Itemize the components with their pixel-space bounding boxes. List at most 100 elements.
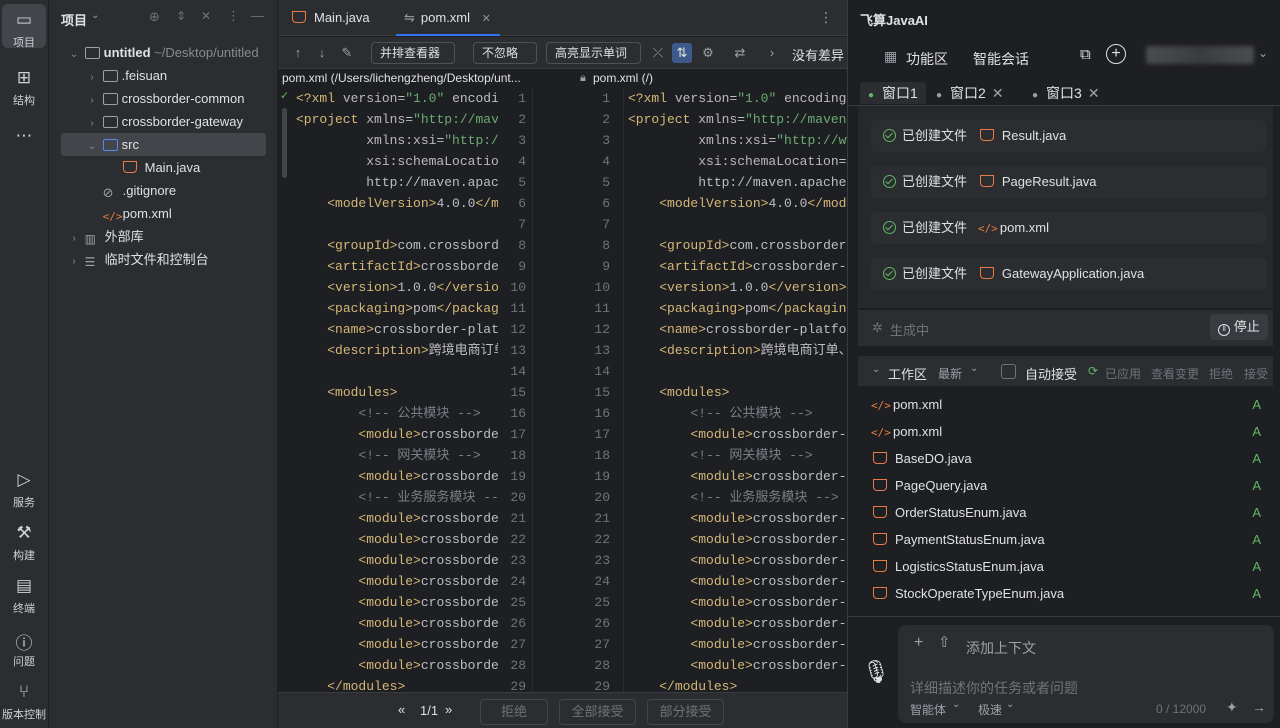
tree-item[interactable]: › crossborder-common — [61, 87, 266, 110]
chevron-right-icon[interactable]: › — [85, 66, 99, 89]
collapse-all-icon[interactable]: ✕ — [201, 9, 211, 23]
tree-item[interactable]: › ☰ 临时文件和控制台 — [61, 248, 266, 271]
auto-accept-checkbox[interactable] — [1001, 364, 1016, 379]
workspace-file-row[interactable]: BaseDO.java A — [871, 445, 1271, 472]
stop-button[interactable]: ll 停止 — [1210, 314, 1268, 340]
accept-part-button[interactable]: 部分接受 — [647, 699, 724, 725]
chevron-right-icon[interactable]: › — [764, 45, 780, 61]
window-tab-3[interactable]: ● 窗口3 ✕ — [1032, 82, 1100, 104]
activity-structure[interactable]: ⊞ 结构 — [2, 62, 46, 107]
project-title[interactable]: 项目 — [61, 10, 87, 29]
more-options-icon[interactable]: ⋮ — [819, 9, 833, 26]
activity-build[interactable]: ⚒ 构建 — [2, 519, 46, 563]
activity-label: 项目 — [13, 37, 35, 49]
scroll-thumb[interactable] — [282, 108, 287, 178]
expand-all-icon[interactable]: ⇕ — [176, 9, 186, 23]
ignore-select[interactable]: 不忽略 ▼ — [473, 42, 537, 79]
add-icon[interactable]: + — [1106, 44, 1126, 64]
window-tab-2[interactable]: ● 窗口2 ✕ — [936, 82, 1004, 104]
workspace-file-row[interactable]: PaymentStatusEnum.java A — [871, 526, 1271, 553]
created-file-card[interactable]: 已创建文件 Result.java — [871, 120, 1267, 152]
tree-item[interactable]: ⌄ untitled ~/Desktop/untitled — [61, 41, 266, 64]
avatar[interactable] — [1146, 46, 1254, 64]
arrow-down-icon[interactable]: ↓ — [314, 45, 330, 61]
chevron-down-icon[interactable]: ⌄ — [85, 135, 99, 158]
created-file-card[interactable]: 已创建文件 </> pom.xml — [871, 212, 1267, 244]
magic-icon[interactable]: ✦ — [1226, 699, 1238, 716]
reject-all-button[interactable]: 拒绝 — [1209, 365, 1233, 382]
tree-item[interactable]: </>pom.xml — [61, 202, 266, 225]
created-file-card[interactable]: 已创建文件 PageResult.java — [871, 166, 1267, 198]
accept-all-button[interactable]: 接受 — [1244, 365, 1268, 382]
chevron-down-icon[interactable]: ⌄ — [1258, 46, 1268, 60]
highlight-select[interactable]: 高亮显示单词 ▼ — [546, 42, 641, 79]
left-code-pane[interactable]: <?xml version="1.0" encodin <project xmln… — [296, 88, 498, 692]
status-dot-icon: ● — [868, 90, 875, 101]
chevron-right-icon[interactable]: › — [85, 89, 99, 112]
chevron-right-icon[interactable]: › — [67, 250, 81, 273]
plus-icon[interactable]: + — [914, 634, 923, 652]
workspace-file-row[interactable]: </> pom.xml A — [871, 418, 1271, 445]
new-window-icon[interactable]: ⧉ — [1080, 46, 1091, 63]
activity-vcs[interactable]: ⑂ 版本控制 — [2, 678, 46, 722]
chevron-right-icon[interactable]: › — [85, 112, 99, 135]
accept-all-button[interactable]: 全部接受 — [559, 699, 636, 725]
view-changes-button[interactable]: 查看变更 — [1151, 365, 1199, 382]
chevron-down-icon[interactable]: ⌄ — [67, 43, 81, 66]
activity-more[interactable]: ⋯ — [2, 120, 46, 150]
collapse-icon[interactable]: ⤫ — [650, 45, 666, 61]
viewer-select[interactable]: 并排查看器 ▼ — [371, 42, 455, 79]
sort-select[interactable]: 最新 — [938, 365, 962, 382]
close-icon[interactable]: ✕ — [1088, 85, 1100, 101]
window-tab-1[interactable]: ● 窗口1 — [860, 82, 926, 104]
sync-scroll-icon[interactable]: ⇅ — [672, 43, 692, 63]
close-icon[interactable]: ✕ — [482, 13, 491, 25]
options-icon[interactable]: ⋮ — [227, 8, 240, 24]
swap-icon[interactable]: ⇄ — [732, 45, 748, 61]
tree-item[interactable]: ⌄ src — [61, 133, 266, 156]
add-context-label[interactable]: 添加上下文 — [966, 638, 1036, 658]
workspace-file-row[interactable]: StockOperateTypeEnum.java A — [871, 580, 1271, 607]
activity-problems[interactable]: ⓘ 问题 — [2, 625, 46, 669]
workspace-file-row[interactable]: </> pom.xml A — [871, 391, 1271, 418]
tree-item[interactable]: ⊘ .gitignore — [61, 179, 266, 202]
tree-item[interactable]: › crossborder-gateway — [61, 110, 266, 133]
workspace-file-row[interactable]: OrderStatusEnum.java A — [871, 499, 1271, 526]
edit-icon[interactable]: ✎ — [339, 45, 355, 61]
crosshair-icon[interactable]: ⊕ — [149, 9, 160, 25]
settings-icon[interactable]: ⚙ — [700, 45, 716, 61]
activity-services[interactable]: ▷ 服务 — [2, 466, 46, 510]
tree-item[interactable]: Main.java — [61, 156, 266, 179]
microphone-icon[interactable]: 🎙︎ — [862, 659, 890, 689]
chevron-down-icon[interactable]: ⌄ — [1006, 699, 1014, 710]
tab-main-java[interactable]: Main.java — [290, 0, 390, 36]
arrow-up-icon[interactable]: ↑ — [290, 45, 306, 61]
created-file-card[interactable]: 已创建文件 GatewayApplication.java — [871, 258, 1267, 290]
prev-change-icon[interactable]: « — [398, 702, 405, 717]
chevron-down-icon[interactable]: ⌄ — [970, 363, 978, 374]
chat-input-box[interactable]: + ⇧ 添加上下文 详细描述你的任务或者问题 智能体 ⌄ 极速 ⌄ 0 / 12… — [898, 625, 1274, 723]
reject-button[interactable]: 拒绝 — [480, 699, 548, 725]
chat-input[interactable]: 详细描述你的任务或者问题 — [910, 678, 1078, 698]
hide-icon[interactable]: — — [251, 8, 264, 23]
chevron-right-icon[interactable]: › — [67, 227, 81, 250]
next-change-icon[interactable]: » — [445, 702, 452, 717]
activity-terminal[interactable]: ▤ 终端 — [2, 572, 46, 616]
chevron-down-icon[interactable]: ⌄ — [952, 699, 960, 710]
features-tab[interactable]: 功能区 — [906, 49, 948, 69]
activity-folder[interactable]: ▭ 项目 — [2, 4, 46, 49]
chat-tab[interactable]: 智能会话 — [973, 49, 1029, 69]
workspace-file-row[interactable]: PageQuery.java A — [871, 472, 1271, 499]
tree-item[interactable]: › .feisuan — [61, 64, 266, 87]
chevron-down-icon[interactable]: ⌄ — [91, 10, 99, 21]
mode-select[interactable]: 智能体 — [910, 701, 946, 718]
send-icon[interactable]: → — [1252, 699, 1266, 715]
tree-item[interactable]: › ▥ 外部库 — [61, 225, 266, 248]
tab-pom-xml[interactable]: ⇋ pom.xml ✕ — [396, 0, 500, 36]
workspace-file-row[interactable]: LogisticsStatusEnum.java A — [871, 553, 1271, 580]
right-code-pane[interactable]: <?xml version="1.0" encoding <project xml… — [628, 88, 847, 692]
chevron-down-icon[interactable]: ⌄ — [872, 364, 880, 375]
speed-select[interactable]: 极速 — [978, 701, 1002, 718]
upload-icon[interactable]: ⇧ — [938, 633, 951, 651]
close-icon[interactable]: ✕ — [992, 85, 1004, 101]
